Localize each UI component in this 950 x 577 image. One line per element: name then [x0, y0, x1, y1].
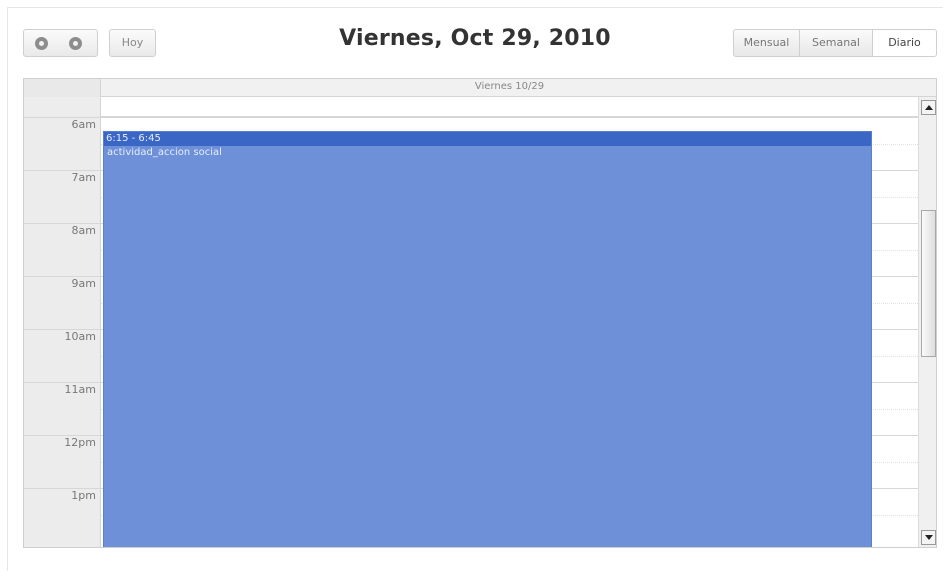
week-view-button[interactable]: Semanal [800, 29, 873, 57]
time-gutter-header [24, 79, 101, 97]
day-column-header: Viernes 10/29 [24, 79, 936, 97]
day-calendar: Viernes 10/29 6am 7am 8am 9am 10am 11am … [23, 78, 937, 548]
hour-label: 1pm [71, 489, 96, 502]
hour-label: 10am [64, 330, 96, 343]
date-title: Viernes, Oct 29, 2010 [339, 26, 611, 51]
scroll-up-arrow-icon[interactable] [921, 100, 936, 115]
time-grid[interactable]: 6am 7am 8am 9am 10am 11am 12pm 1pm 6:15 … [24, 117, 918, 547]
scroll-thumb[interactable] [921, 210, 936, 357]
hour-label: 11am [64, 383, 96, 396]
hour-divider [24, 117, 918, 118]
hour-label: 7am [71, 171, 96, 184]
day-header-label: Viernes 10/29 [474, 81, 545, 92]
event-title: actividad_accion social [107, 147, 222, 158]
hour-label: 9am [71, 277, 96, 290]
calendar-event[interactable]: 6:15 - 6:45 actividad_accion social [103, 131, 872, 547]
all-day-gutter [24, 97, 101, 117]
hour-label: 6am [71, 118, 96, 131]
event-time: 6:15 - 6:45 [104, 132, 871, 146]
month-view-button[interactable]: Mensual [733, 29, 800, 57]
view-switcher: Mensual Semanal Diario [733, 29, 937, 57]
hour-label: 12pm [64, 436, 96, 449]
all-day-row[interactable] [24, 97, 918, 117]
hour-label: 8am [71, 224, 96, 237]
day-view-button[interactable]: Diario [873, 29, 937, 57]
scroll-down-arrow-icon[interactable] [921, 530, 936, 545]
vertical-scrollbar[interactable] [918, 97, 936, 547]
